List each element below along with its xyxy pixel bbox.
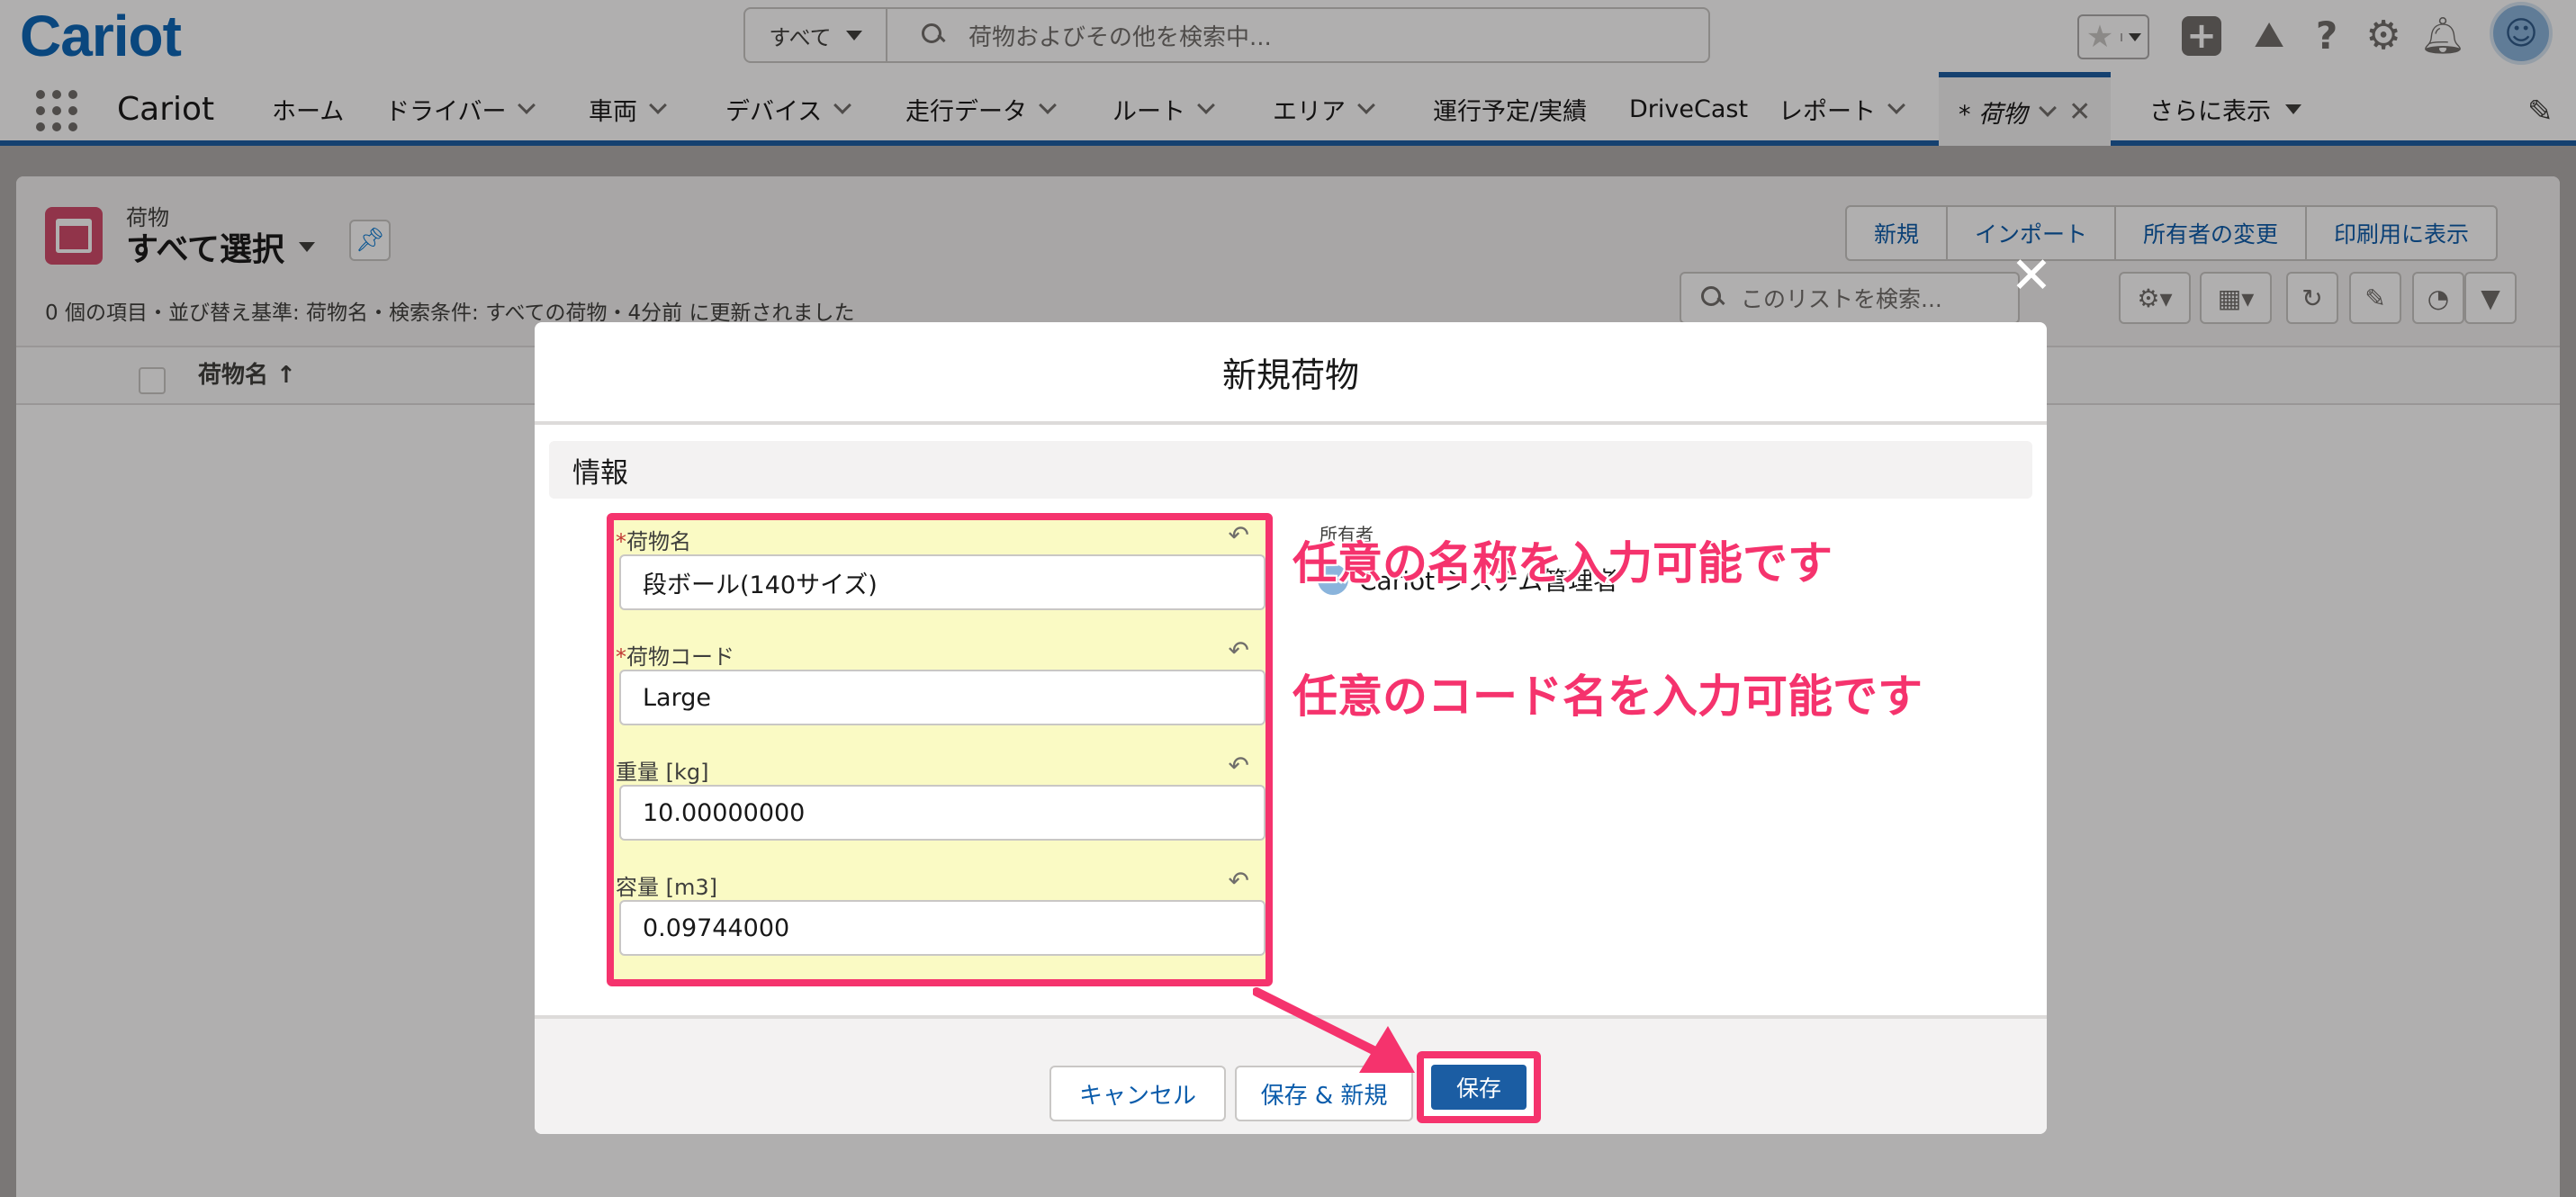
undo-icon[interactable]: ↶ bbox=[1229, 635, 1249, 665]
save-highlight: 保存 bbox=[1417, 1051, 1541, 1123]
undo-icon[interactable]: ↶ bbox=[1229, 520, 1249, 550]
cargo-name-label: *荷物名 bbox=[616, 529, 691, 554]
cargo-name-input[interactable]: 段ボール(140サイズ) bbox=[619, 554, 1265, 610]
arrow-annotation bbox=[1253, 987, 1415, 1073]
cancel-button[interactable]: キャンセル bbox=[1049, 1066, 1226, 1121]
weight-input[interactable]: 10.00000000 bbox=[619, 785, 1265, 841]
weight-label: 重量 [kg] bbox=[616, 760, 709, 785]
cargo-code-input[interactable]: Large bbox=[619, 670, 1265, 725]
section-title: 情報 bbox=[572, 456, 628, 490]
save-button[interactable]: 保存 bbox=[1431, 1065, 1527, 1110]
section-header[interactable]: 情報 bbox=[549, 441, 2032, 499]
cargo-code-label: *荷物コード bbox=[616, 644, 734, 670]
close-icon[interactable]: ✕ bbox=[2009, 251, 2054, 302]
modal-title: 新規荷物 bbox=[535, 322, 2047, 425]
code-callout-annotation: 任意のコード名を入力可能です bbox=[1292, 670, 1923, 724]
undo-icon[interactable]: ↶ bbox=[1229, 751, 1249, 780]
volume-label: 容量 [m3] bbox=[616, 875, 718, 900]
highlighted-fields-group: *荷物名 ↶ 段ボール(140サイズ) *荷物コード ↶ Large 重量 [k… bbox=[607, 513, 1273, 986]
name-callout-annotation: 任意の名称を入力可能です bbox=[1292, 536, 1833, 590]
undo-icon[interactable]: ↶ bbox=[1229, 866, 1249, 896]
volume-input[interactable]: 0.09744000 bbox=[619, 900, 1265, 956]
